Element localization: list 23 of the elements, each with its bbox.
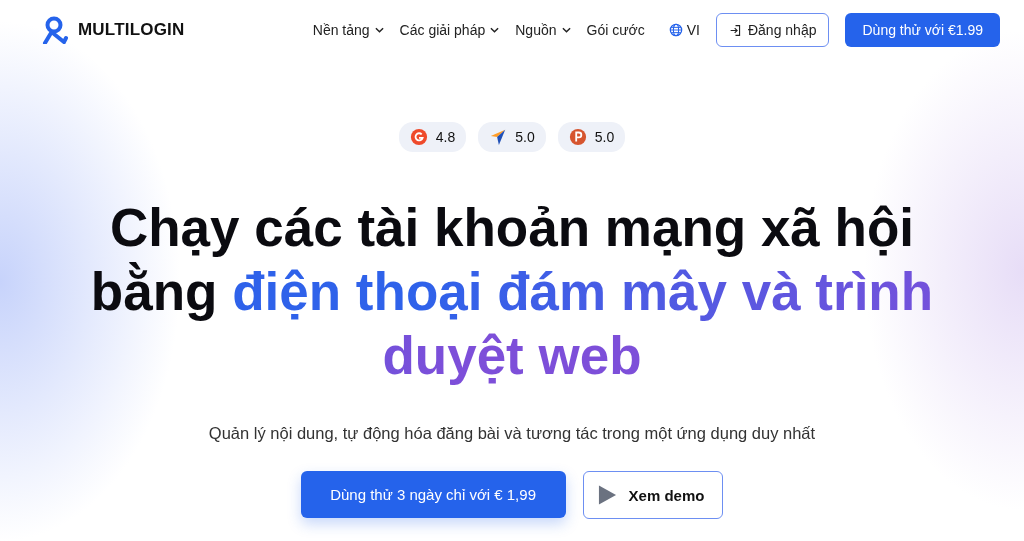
chevron-down-icon bbox=[490, 27, 500, 33]
arrow-icon bbox=[489, 128, 508, 146]
brand-name: MULTILOGIN bbox=[78, 20, 185, 40]
rating-score: 5.0 bbox=[594, 129, 615, 145]
login-icon bbox=[728, 23, 742, 37]
nav-link[interactable]: Gói cước bbox=[586, 22, 645, 38]
login-button[interactable]: Đăng nhập bbox=[715, 13, 830, 47]
g2-icon bbox=[409, 128, 428, 146]
logo-icon bbox=[42, 16, 68, 44]
chevron-down-icon bbox=[561, 27, 571, 33]
rating-score: 4.8 bbox=[435, 129, 456, 145]
language-selector[interactable]: VI bbox=[668, 22, 700, 38]
rating-score: 5.0 bbox=[515, 129, 535, 145]
nav-link[interactable]: Các giải pháp bbox=[399, 22, 500, 38]
free-trial-button[interactable]: Dùng thử 3 ngày chỉ với € 1,99 bbox=[300, 471, 566, 518]
trial-button[interactable]: Dùng thử với €1.99 bbox=[845, 13, 1000, 47]
nav-link[interactable]: Nguồn bbox=[515, 22, 571, 38]
nav-link[interactable]: Nền tảng bbox=[312, 22, 384, 38]
p-icon bbox=[568, 128, 587, 146]
subtitle: Quản lý nội dung, tự động hóa đăng bài và tương tác trong một ứng dụng duy nhất bbox=[208, 424, 816, 443]
demo-button[interactable]: Xem demo bbox=[582, 471, 724, 519]
chevron-down-icon bbox=[374, 27, 384, 33]
play-icon bbox=[597, 484, 617, 506]
